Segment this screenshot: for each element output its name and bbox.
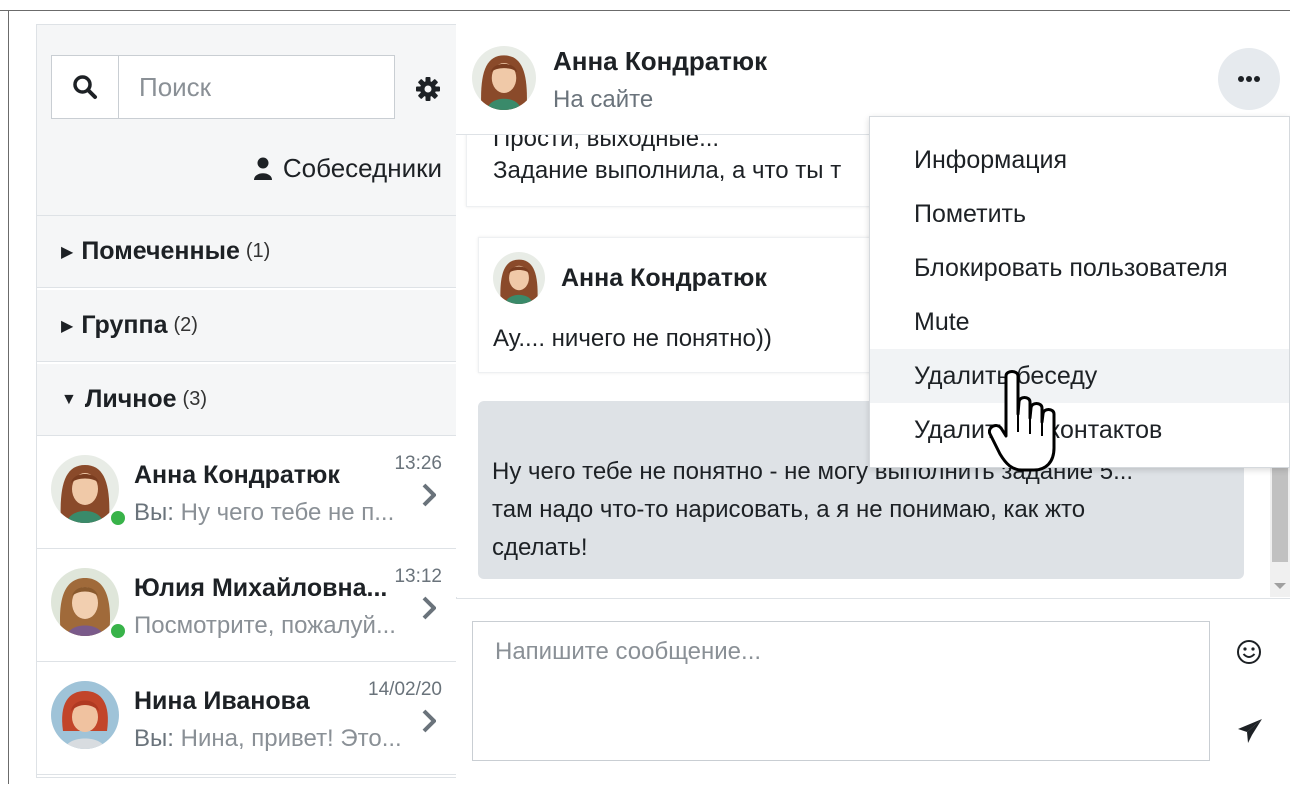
you-prefix: Вы: (134, 725, 174, 752)
conversation-name: Нина Иванова (134, 687, 310, 715)
search-button[interactable] (52, 56, 119, 118)
avatar (493, 252, 545, 304)
chat-contact-name[interactable]: Анна Кондратюк (553, 46, 767, 77)
section-count: (2) (173, 314, 198, 336)
menu-item-info[interactable]: Информация (870, 133, 1289, 187)
message-sender: Анна Кондратюк (561, 264, 767, 292)
message-text: Ау.... ничего не понятно)) (493, 325, 772, 352)
user-icon (253, 157, 272, 180)
hand-cursor-icon (988, 370, 1056, 472)
conversation-preview: Вы: Нина, привет! Это... (134, 725, 402, 753)
conversation-item[interactable]: Нина Иванова 14/02/20 Вы: Нина, привет! … (37, 663, 456, 775)
menu-item-block-user[interactable]: Блокировать пользователя (870, 241, 1289, 295)
contacts-link[interactable]: Собеседники (253, 153, 442, 184)
contacts-label: Собеседники (282, 153, 442, 183)
online-indicator (109, 622, 127, 640)
menu-item-delete-conversation[interactable]: Удалить беседу (870, 349, 1289, 403)
conversation-item[interactable]: Анна Кондратюк 13:26 Вы: Ну чего тебе не… (37, 437, 456, 549)
menu-item-star[interactable]: Пометить (870, 187, 1289, 241)
conversation-preview: Посмотрите, пожалуй... (134, 612, 396, 640)
section-label: Помеченные (81, 237, 240, 265)
caret-right-icon: ▶ (61, 243, 74, 261)
preview-text: Посмотрите, пожалуй... (134, 612, 396, 639)
conversation-time: 13:12 (394, 566, 442, 587)
message-bubble: Анна Кондратюк Ау.... ничего не понятно)… (478, 237, 900, 373)
chevron-right-icon (422, 596, 436, 620)
send-button[interactable] (1236, 717, 1264, 750)
section-label: Группа (81, 311, 168, 339)
conversation-time: 14/02/20 (368, 679, 442, 700)
search-box (51, 55, 395, 119)
conversation-preview: Вы: Ну чего тебе не п... (134, 499, 394, 527)
conversation-name: Юлия Михайловна... (134, 574, 388, 602)
conversations-sidebar: Собеседники ▶ Помеченные (1) ▶ Группа (2… (36, 24, 457, 778)
settings-button[interactable] (412, 73, 444, 105)
more-actions-button[interactable] (1218, 48, 1280, 110)
composer-area (456, 598, 1290, 785)
chat-avatar[interactable] (472, 46, 536, 110)
paper-plane-icon (1238, 719, 1262, 743)
window-left-edge (8, 10, 9, 784)
gear-icon (416, 77, 440, 101)
avatar (51, 681, 119, 749)
chevron-right-icon (422, 483, 436, 507)
sidebar-header: Собеседники (37, 25, 456, 216)
search-input[interactable] (119, 56, 394, 118)
section-group[interactable]: ▶ Группа (2) (37, 290, 456, 362)
menu-item-mute[interactable]: Mute (870, 295, 1289, 349)
caret-down-icon: ▼ (61, 390, 77, 408)
avatar (51, 568, 119, 636)
message-text: Задание выполнила, а что ты т (493, 157, 842, 184)
message-bubble: Прости, выходные... Задание выполнила, а… (466, 135, 888, 207)
section-starred[interactable]: ▶ Помеченные (1) (37, 216, 456, 288)
conversation-item[interactable]: Юлия Михайловна... 13:12 Посмотрите, пож… (37, 550, 456, 662)
preview-text: Ну чего тебе не п... (173, 499, 395, 526)
message-input[interactable] (472, 621, 1210, 761)
online-indicator (109, 509, 127, 527)
message-text: сделать! (492, 534, 588, 561)
section-count: (1) (245, 240, 271, 262)
conversation-name: Анна Кондратюк (134, 461, 340, 489)
search-icon (73, 75, 97, 99)
section-label: Личное (84, 385, 177, 413)
conversation-actions-menu: Информация Пометить Блокировать пользова… (869, 116, 1290, 468)
caret-right-icon: ▶ (61, 317, 74, 335)
smiley-icon (1237, 640, 1261, 664)
preview-text: Нина, привет! Это... (173, 725, 402, 752)
avatar (51, 455, 119, 523)
you-prefix: Вы: (134, 499, 174, 526)
chevron-right-icon (422, 709, 436, 733)
section-count: (3) (182, 388, 207, 410)
emoji-button[interactable] (1236, 639, 1262, 670)
section-private[interactable]: ▼ Личное (3) (37, 364, 456, 436)
ellipsis-icon (1238, 76, 1260, 82)
chat-contact-status: На сайте (553, 86, 654, 113)
scroll-down-arrow[interactable] (1274, 583, 1286, 589)
message-text: там надо что-то нарисовать, а я не поним… (492, 496, 1086, 523)
conversation-time: 13:26 (394, 453, 442, 474)
window-top-edge (0, 0, 1290, 11)
menu-item-remove-contact[interactable]: Удалить из контактов (870, 403, 1289, 457)
